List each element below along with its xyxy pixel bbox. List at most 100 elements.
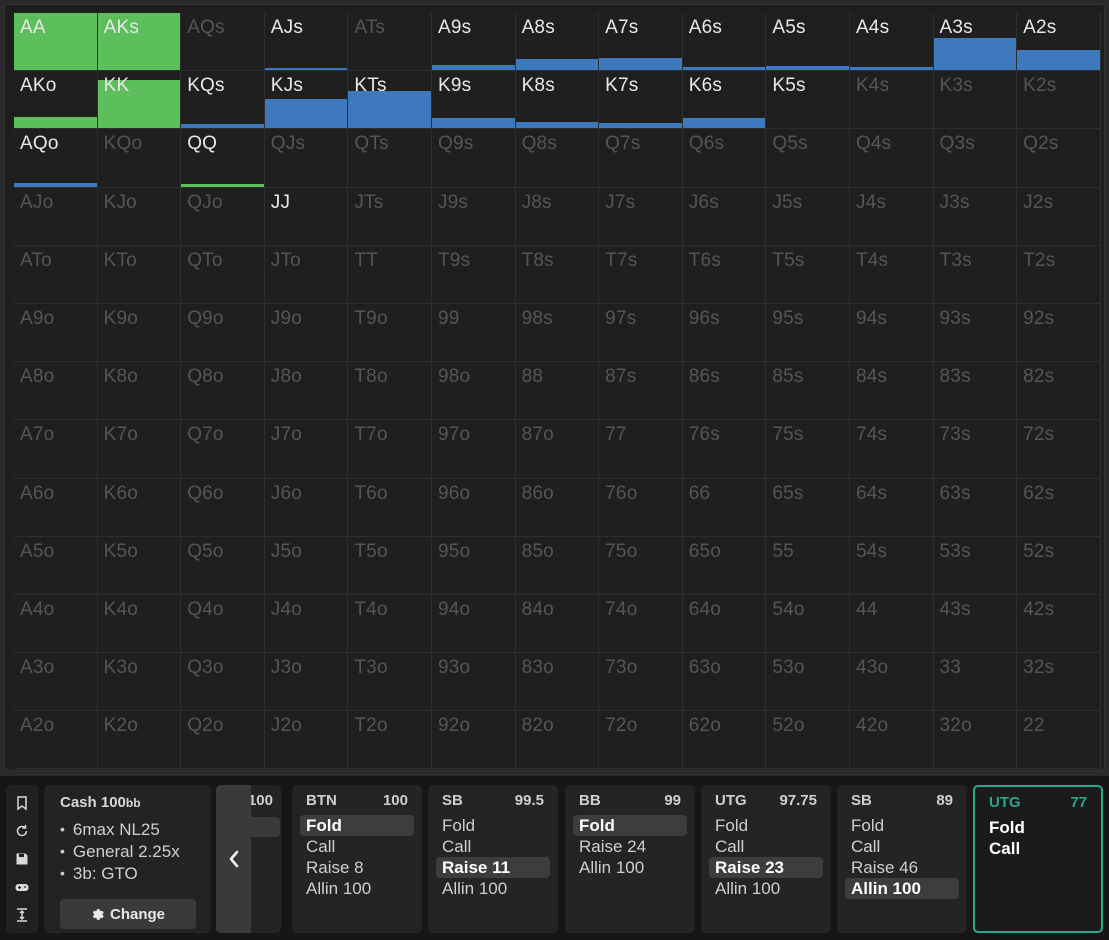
hand-cell[interactable]: J9o	[264, 303, 349, 363]
hand-cell[interactable]: AKo	[14, 71, 98, 130]
hand-cell[interactable]: 83o	[515, 653, 600, 712]
hand-cell[interactable]: 52s	[1017, 536, 1101, 595]
hand-cell[interactable]: KQs	[181, 71, 265, 130]
action-node-card[interactable]: BTN 100 Fold Call Raise 8 Allin 100	[292, 785, 422, 933]
hand-cell[interactable]: 99	[431, 303, 516, 363]
hand-cell[interactable]: ATs	[348, 13, 432, 72]
hand-cell[interactable]: 32s	[1017, 653, 1101, 712]
hand-cell[interactable]: 74s	[849, 420, 934, 479]
hand-cell[interactable]: A8s	[515, 13, 600, 72]
hand-cell[interactable]: QTs	[348, 129, 432, 188]
hand-cell[interactable]: K8o	[97, 362, 182, 421]
hand-cell[interactable]: 63o	[682, 653, 767, 712]
hand-cell[interactable]: K9o	[97, 303, 182, 363]
hand-cell[interactable]: 65s	[766, 478, 850, 537]
hand-cell[interactable]: 43s	[933, 594, 1018, 654]
hand-cell[interactable]: K2s	[1017, 71, 1101, 130]
hand-cell[interactable]: T4o	[348, 594, 432, 654]
hand-cell[interactable]: Q9s	[431, 129, 516, 188]
hand-cell[interactable]: Q4s	[849, 129, 934, 188]
hand-cell[interactable]: 84s	[849, 362, 934, 421]
action-option[interactable]: Raise 23	[709, 857, 823, 878]
hand-cell[interactable]: QJs	[264, 129, 349, 188]
hand-cell[interactable]: 33	[933, 653, 1018, 712]
refresh-button[interactable]	[12, 821, 32, 841]
action-node-card[interactable]: BB 99 Fold Raise 24 Allin 100	[565, 785, 695, 933]
action-node-card[interactable]: UTG 77 Fold Call	[973, 785, 1103, 933]
hand-cell[interactable]: Q6s	[682, 129, 767, 188]
hand-cell[interactable]: 43o	[849, 653, 934, 712]
hand-cell[interactable]: Q3s	[933, 129, 1018, 188]
hand-cell[interactable]: 87s	[599, 362, 683, 421]
hand-cell[interactable]: 72s	[1017, 420, 1101, 479]
hand-cell[interactable]: T5o	[348, 536, 432, 595]
hand-cell[interactable]: J8o	[264, 362, 349, 421]
hand-cell[interactable]: 97s	[599, 303, 683, 363]
hand-cell[interactable]: 63s	[933, 478, 1018, 537]
hand-cell[interactable]: 96o	[431, 478, 516, 537]
hand-cell[interactable]: KJs	[264, 71, 349, 130]
hand-cell[interactable]: J3o	[264, 653, 349, 712]
hand-cell[interactable]: K6o	[97, 478, 182, 537]
hand-cell[interactable]: K5o	[97, 536, 182, 595]
hand-cell[interactable]: ATo	[14, 245, 98, 304]
hand-cell[interactable]: T8o	[348, 362, 432, 421]
action-option[interactable]: Allin 100	[573, 857, 687, 878]
hand-cell[interactable]: TT	[348, 245, 432, 304]
hand-cell[interactable]: K7s	[599, 71, 683, 130]
hand-cell[interactable]: A3s	[933, 13, 1018, 72]
action-option[interactable]: Call	[983, 838, 1093, 859]
hand-cell[interactable]: A9s	[431, 13, 516, 72]
hand-cell[interactable]: A7s	[599, 13, 683, 72]
hand-cell[interactable]: 62o	[682, 711, 767, 770]
hand-cell[interactable]: KJo	[97, 187, 182, 246]
hand-cell[interactable]: 76s	[682, 420, 767, 479]
hand-cell[interactable]: AJo	[14, 187, 98, 246]
hand-cell[interactable]: 73o	[599, 653, 683, 712]
hand-cell[interactable]: T3o	[348, 653, 432, 712]
hand-cell[interactable]: J6o	[264, 478, 349, 537]
hand-cell[interactable]: 44	[849, 594, 934, 654]
hand-cell[interactable]: 74o	[599, 594, 683, 654]
hand-cell[interactable]: 93s	[933, 303, 1018, 363]
hand-cell[interactable]: 42s	[1017, 594, 1101, 654]
hand-cell[interactable]: Q7s	[599, 129, 683, 188]
hand-cell[interactable]: AA	[14, 13, 98, 72]
hand-cell[interactable]: A4s	[849, 13, 934, 72]
action-option[interactable]: Fold	[573, 815, 687, 836]
hand-cell[interactable]: J5o	[264, 536, 349, 595]
action-node-card[interactable]: UTG 97.75 Fold Call Raise 23 Allin 100	[701, 785, 831, 933]
hand-cell[interactable]: QJo	[181, 187, 265, 246]
action-option[interactable]: Allin 100	[845, 878, 959, 899]
action-option[interactable]: Raise 8	[300, 857, 414, 878]
hand-cell[interactable]: QTo	[181, 245, 265, 304]
hand-cell[interactable]: 92s	[1017, 303, 1101, 363]
hand-cell[interactable]: JJ	[264, 187, 349, 246]
hand-cell[interactable]: T4s	[849, 245, 934, 304]
hand-cell[interactable]: JTs	[348, 187, 432, 246]
hand-cell[interactable]: A9o	[14, 303, 98, 363]
action-option[interactable]: Call	[436, 836, 550, 857]
hand-cell[interactable]: Q8o	[181, 362, 265, 421]
hand-cell[interactable]: 84o	[515, 594, 600, 654]
hand-cell[interactable]: 95o	[431, 536, 516, 595]
hand-cell[interactable]: 22	[1017, 711, 1101, 770]
action-option[interactable]: Call	[709, 836, 823, 857]
hand-cell[interactable]: 53s	[933, 536, 1018, 595]
change-button[interactable]: Change	[60, 899, 196, 929]
hand-cell[interactable]: T6o	[348, 478, 432, 537]
hand-cell[interactable]: T8s	[515, 245, 600, 304]
hand-cell[interactable]: 52o	[766, 711, 850, 770]
hand-cell[interactable]: 86o	[515, 478, 600, 537]
hand-cell[interactable]: T3s	[933, 245, 1018, 304]
hand-cell[interactable]: 54s	[849, 536, 934, 595]
hand-cell[interactable]: 87o	[515, 420, 600, 479]
action-option[interactable]: Call	[845, 836, 959, 857]
hand-cell[interactable]: 96s	[682, 303, 767, 363]
hand-cell[interactable]: J8s	[515, 187, 600, 246]
hand-cell[interactable]: 94o	[431, 594, 516, 654]
hand-cell[interactable]: KK	[97, 71, 182, 130]
hand-cell[interactable]: 95s	[766, 303, 850, 363]
action-option[interactable]: Call	[300, 836, 414, 857]
hand-cell[interactable]: 88	[515, 362, 600, 421]
